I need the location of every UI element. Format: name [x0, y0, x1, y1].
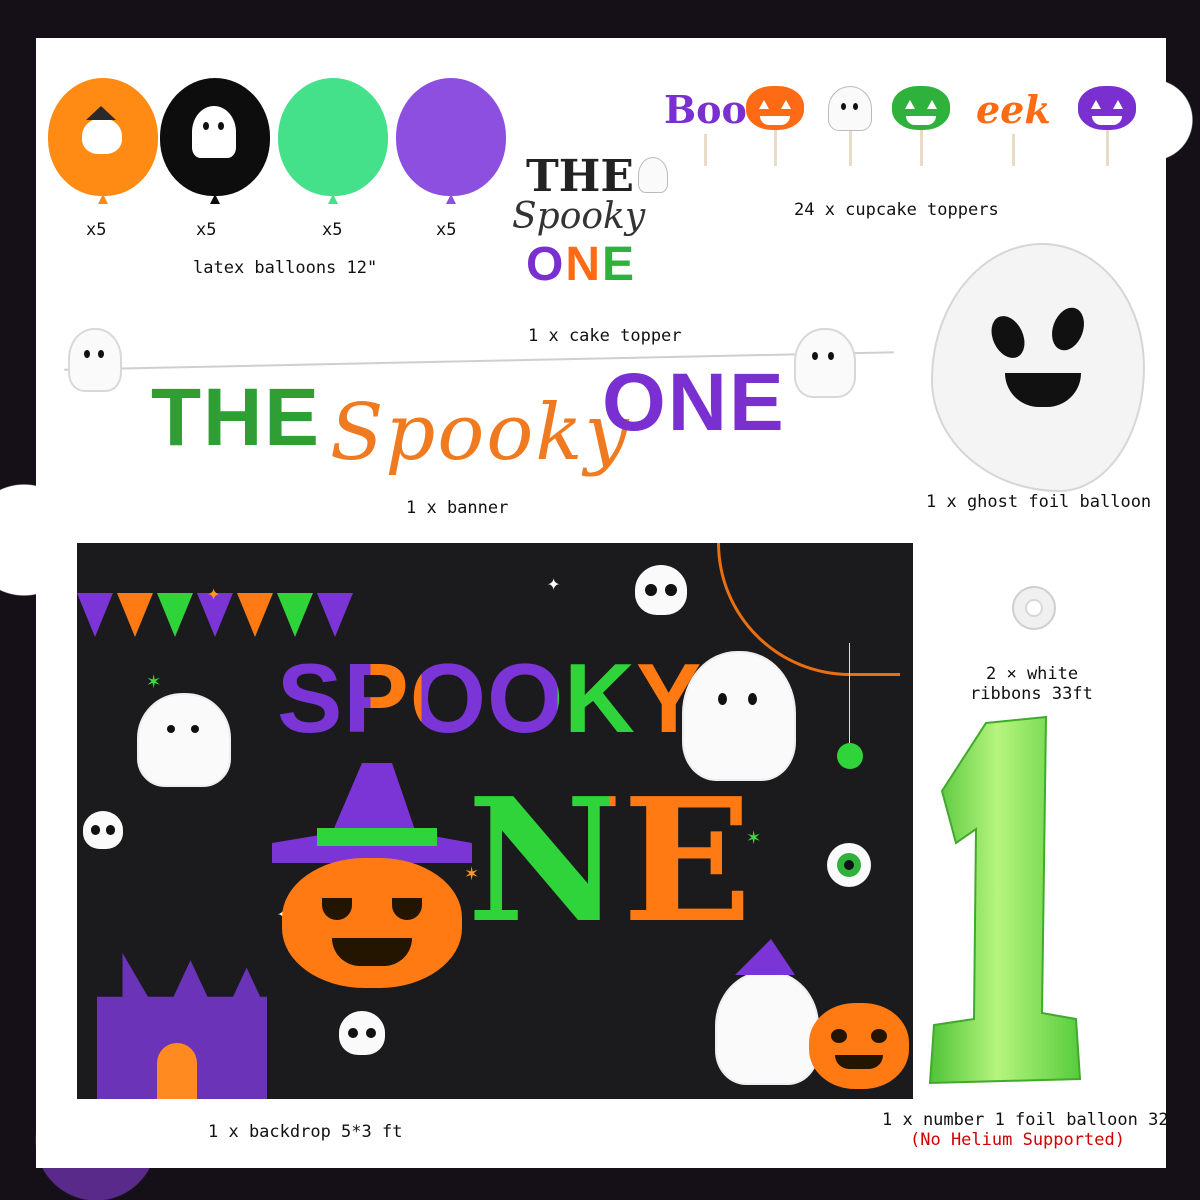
- balloon-qty-green: x5: [322, 220, 343, 240]
- balloon-qty-black: x5: [196, 220, 217, 240]
- ribbons-caption-line2: ribbons 33ft: [970, 684, 1093, 704]
- cake-topper-line1: THE: [526, 151, 634, 202]
- latex-balloons-caption: latex balloons 12": [193, 258, 378, 278]
- backdrop-title-spooky: SPOOKY: [277, 643, 703, 753]
- skull-icon: [339, 1011, 385, 1055]
- no-helium-note: (No Helium Supported): [910, 1130, 1125, 1150]
- product-panel: x5 x5 x5 x5 latex balloons 12" THE Spook…: [36, 38, 1179, 1168]
- cupcake-topper-orange-pumpkin: [746, 86, 804, 166]
- backdrop-title-ne: NE: [467, 761, 752, 961]
- cupcake-topper-eek: eek: [976, 86, 1051, 166]
- cake-topper-line2: Spooky: [512, 196, 646, 237]
- pumpkin-icon: [892, 86, 950, 131]
- banner-word-the: THE: [151, 372, 321, 463]
- spider-icon: [837, 743, 863, 769]
- purple-balloon: [396, 78, 506, 196]
- banner-ghost-right: [794, 328, 856, 398]
- orange-balloon: [48, 78, 158, 196]
- number-balloon-caption: 1 x number 1 foil balloon 32": [882, 1110, 1179, 1130]
- cake-topper: THE Spooky ONE: [506, 153, 686, 303]
- ghost-mouth: [1005, 373, 1081, 407]
- ribbon-roll-icon: [1012, 586, 1056, 630]
- bunting-flag: [117, 593, 153, 637]
- black-balloon: [160, 78, 270, 196]
- ghost-eye-left: [985, 310, 1031, 364]
- boo-text: Boo: [664, 87, 747, 132]
- cupcake-topper-purple-pumpkin: [1078, 86, 1136, 166]
- ribbons-caption-line1: 2 × white: [986, 664, 1079, 684]
- star-icon: ✶: [147, 669, 161, 694]
- banner-word-one: ONE: [602, 357, 786, 448]
- pumpkin-icon: [282, 858, 462, 988]
- star-icon: ✦: [207, 581, 221, 606]
- cupcake-toppers-caption: 24 x cupcake toppers: [794, 200, 999, 220]
- ghost-eye-right: [1046, 303, 1090, 355]
- spider-thread: [849, 643, 850, 743]
- green-balloon: [278, 78, 388, 196]
- skull-icon: [83, 811, 123, 849]
- number-one-balloon: [928, 715, 1082, 1085]
- ghost-icon: [192, 106, 236, 158]
- pumpkin-icon: [1078, 86, 1136, 131]
- ghost-balloon-caption: 1 x ghost foil balloon: [926, 492, 1152, 512]
- bunting-flag: [77, 593, 113, 637]
- bunting-flag: [157, 593, 193, 637]
- hat-band: [317, 828, 437, 846]
- banner-word-spooky: Spooky: [330, 388, 631, 478]
- skull-icon: [635, 565, 687, 615]
- bunting-flag: [237, 593, 273, 637]
- banner-caption: 1 x banner: [406, 498, 509, 518]
- pumpkin-icon: [809, 1003, 909, 1089]
- ghost-icon: [137, 693, 231, 787]
- witch-hat-icon: [272, 763, 472, 863]
- ghost-witch-icon: [82, 106, 122, 154]
- ghost-witch-icon: [715, 939, 819, 1085]
- castle-door: [157, 1043, 197, 1099]
- star-icon: ✦: [547, 571, 561, 596]
- balloon-qty-orange: x5: [86, 220, 107, 240]
- cupcake-topper-ghost: [828, 86, 872, 166]
- bunting-flag: [317, 593, 353, 637]
- eek-text: eek: [976, 87, 1051, 132]
- cake-topper-line3: ONE: [526, 239, 636, 291]
- cupcake-topper-green-pumpkin: [892, 86, 950, 166]
- bunting-flag: [277, 593, 313, 637]
- cake-topper-one: ONE: [526, 238, 637, 291]
- backdrop-caption: 1 x backdrop 5*3 ft: [208, 1122, 403, 1142]
- cake-topper-caption: 1 x cake topper: [528, 326, 682, 346]
- banner-ghost-left: [68, 328, 122, 392]
- pumpkin-icon: [746, 86, 804, 131]
- balloon-qty-purple: x5: [436, 220, 457, 240]
- backdrop-poster: ✦ ✶ ✦ ✶ ✦ ✶ SPOOKY NE: [77, 543, 913, 1099]
- ghost-icon: [828, 86, 872, 132]
- cupcake-topper-boo: Boo: [664, 86, 747, 166]
- eyeball-candy-icon: [827, 843, 871, 887]
- ghost-foil-balloon: [931, 243, 1145, 492]
